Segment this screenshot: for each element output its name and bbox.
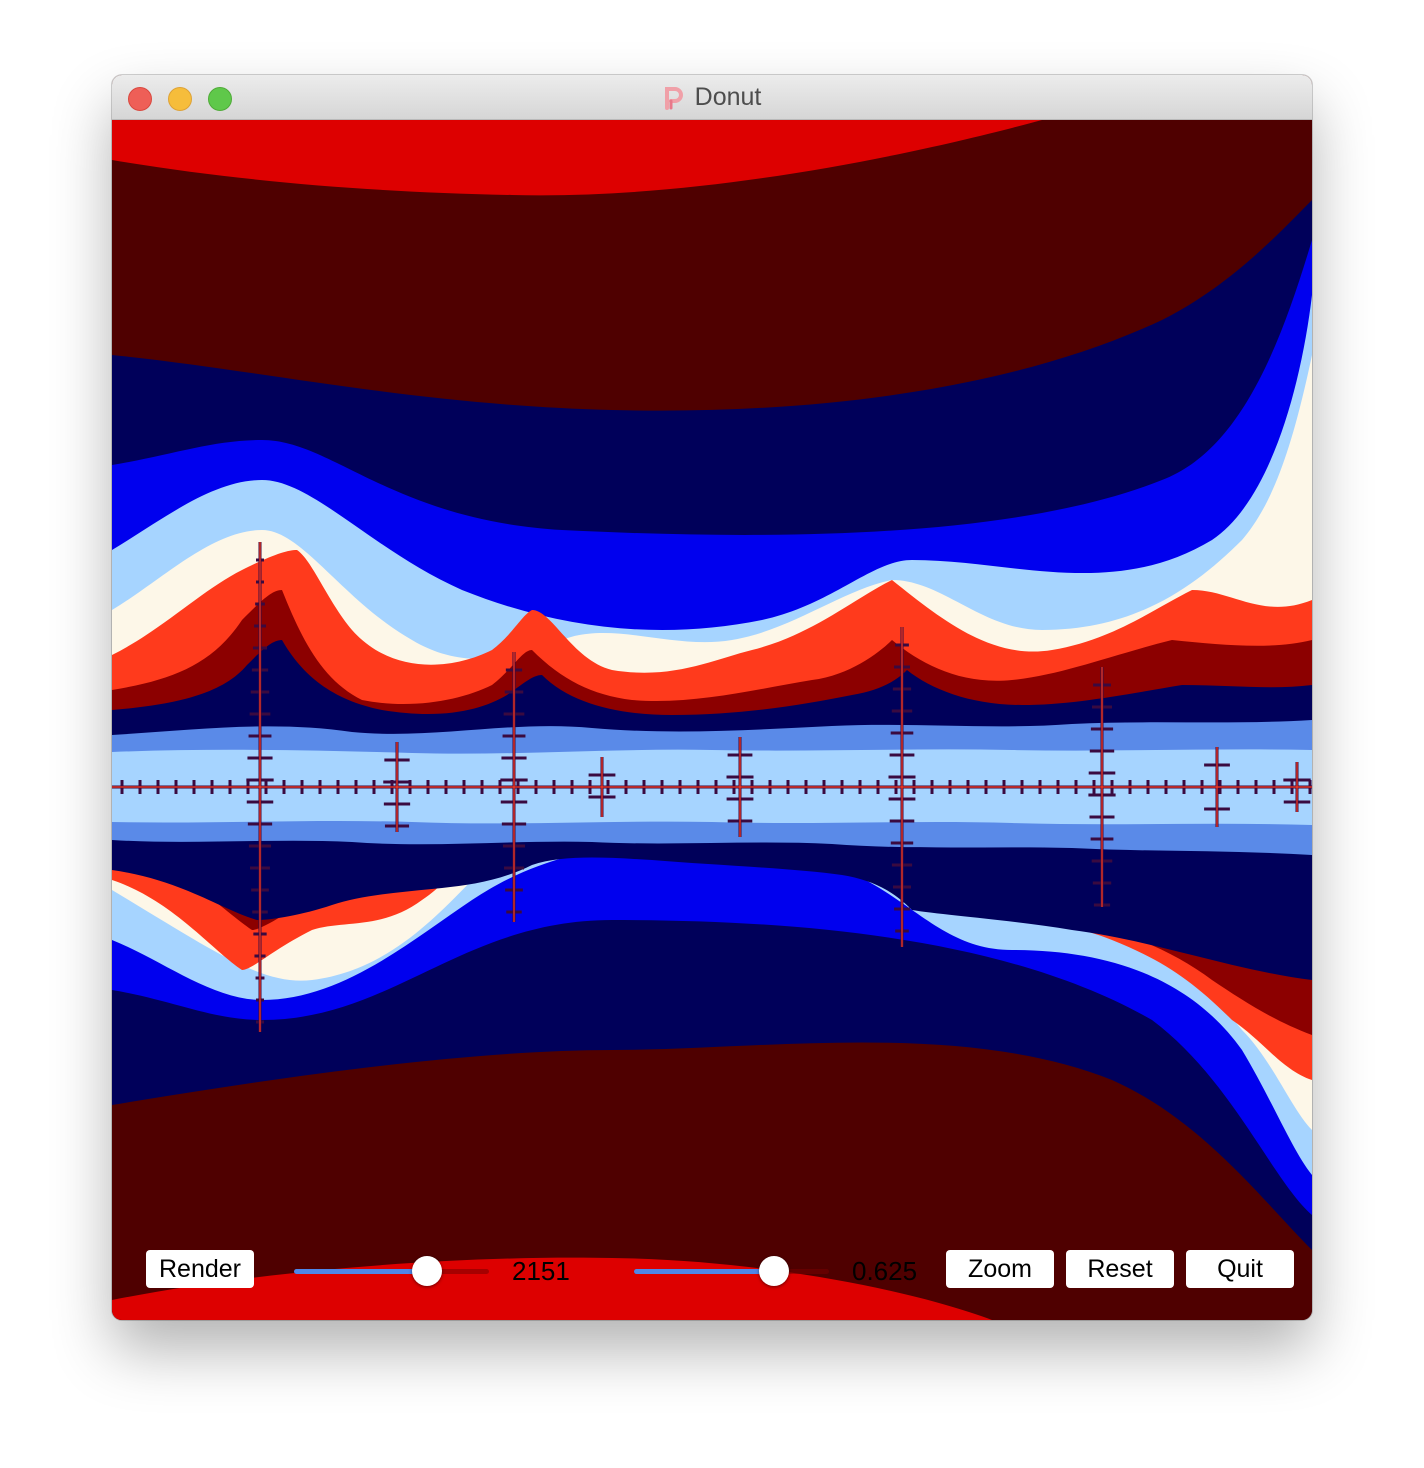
- render-button[interactable]: Render: [146, 1250, 254, 1288]
- quit-button[interactable]: Quit: [1186, 1250, 1294, 1288]
- parameter-slider-fill: [634, 1269, 775, 1274]
- iterations-slider-fill: [294, 1269, 427, 1274]
- parameter-slider[interactable]: [634, 1256, 829, 1286]
- title-bar[interactable]: Donut: [112, 75, 1312, 120]
- iterations-slider[interactable]: [294, 1256, 489, 1286]
- fractal-canvas[interactable]: [112, 120, 1312, 1320]
- processing-p-icon: [664, 86, 683, 110]
- app-window: Donut Render 2151 0.625 Zoom Reset Quit: [112, 75, 1312, 1320]
- zoom-button[interactable]: Zoom: [946, 1250, 1054, 1288]
- title-group: Donut: [112, 75, 1312, 120]
- reset-button[interactable]: Reset: [1066, 1250, 1174, 1288]
- control-bar: Render 2151 0.625 Zoom Reset Quit: [112, 1205, 1312, 1288]
- iterations-slider-thumb[interactable]: [411, 1256, 442, 1286]
- fractal-image[interactable]: [112, 120, 1312, 1320]
- window-title: Donut: [694, 83, 762, 111]
- iterations-value: 2151: [512, 1256, 570, 1286]
- parameter-value: 0.625: [852, 1256, 918, 1286]
